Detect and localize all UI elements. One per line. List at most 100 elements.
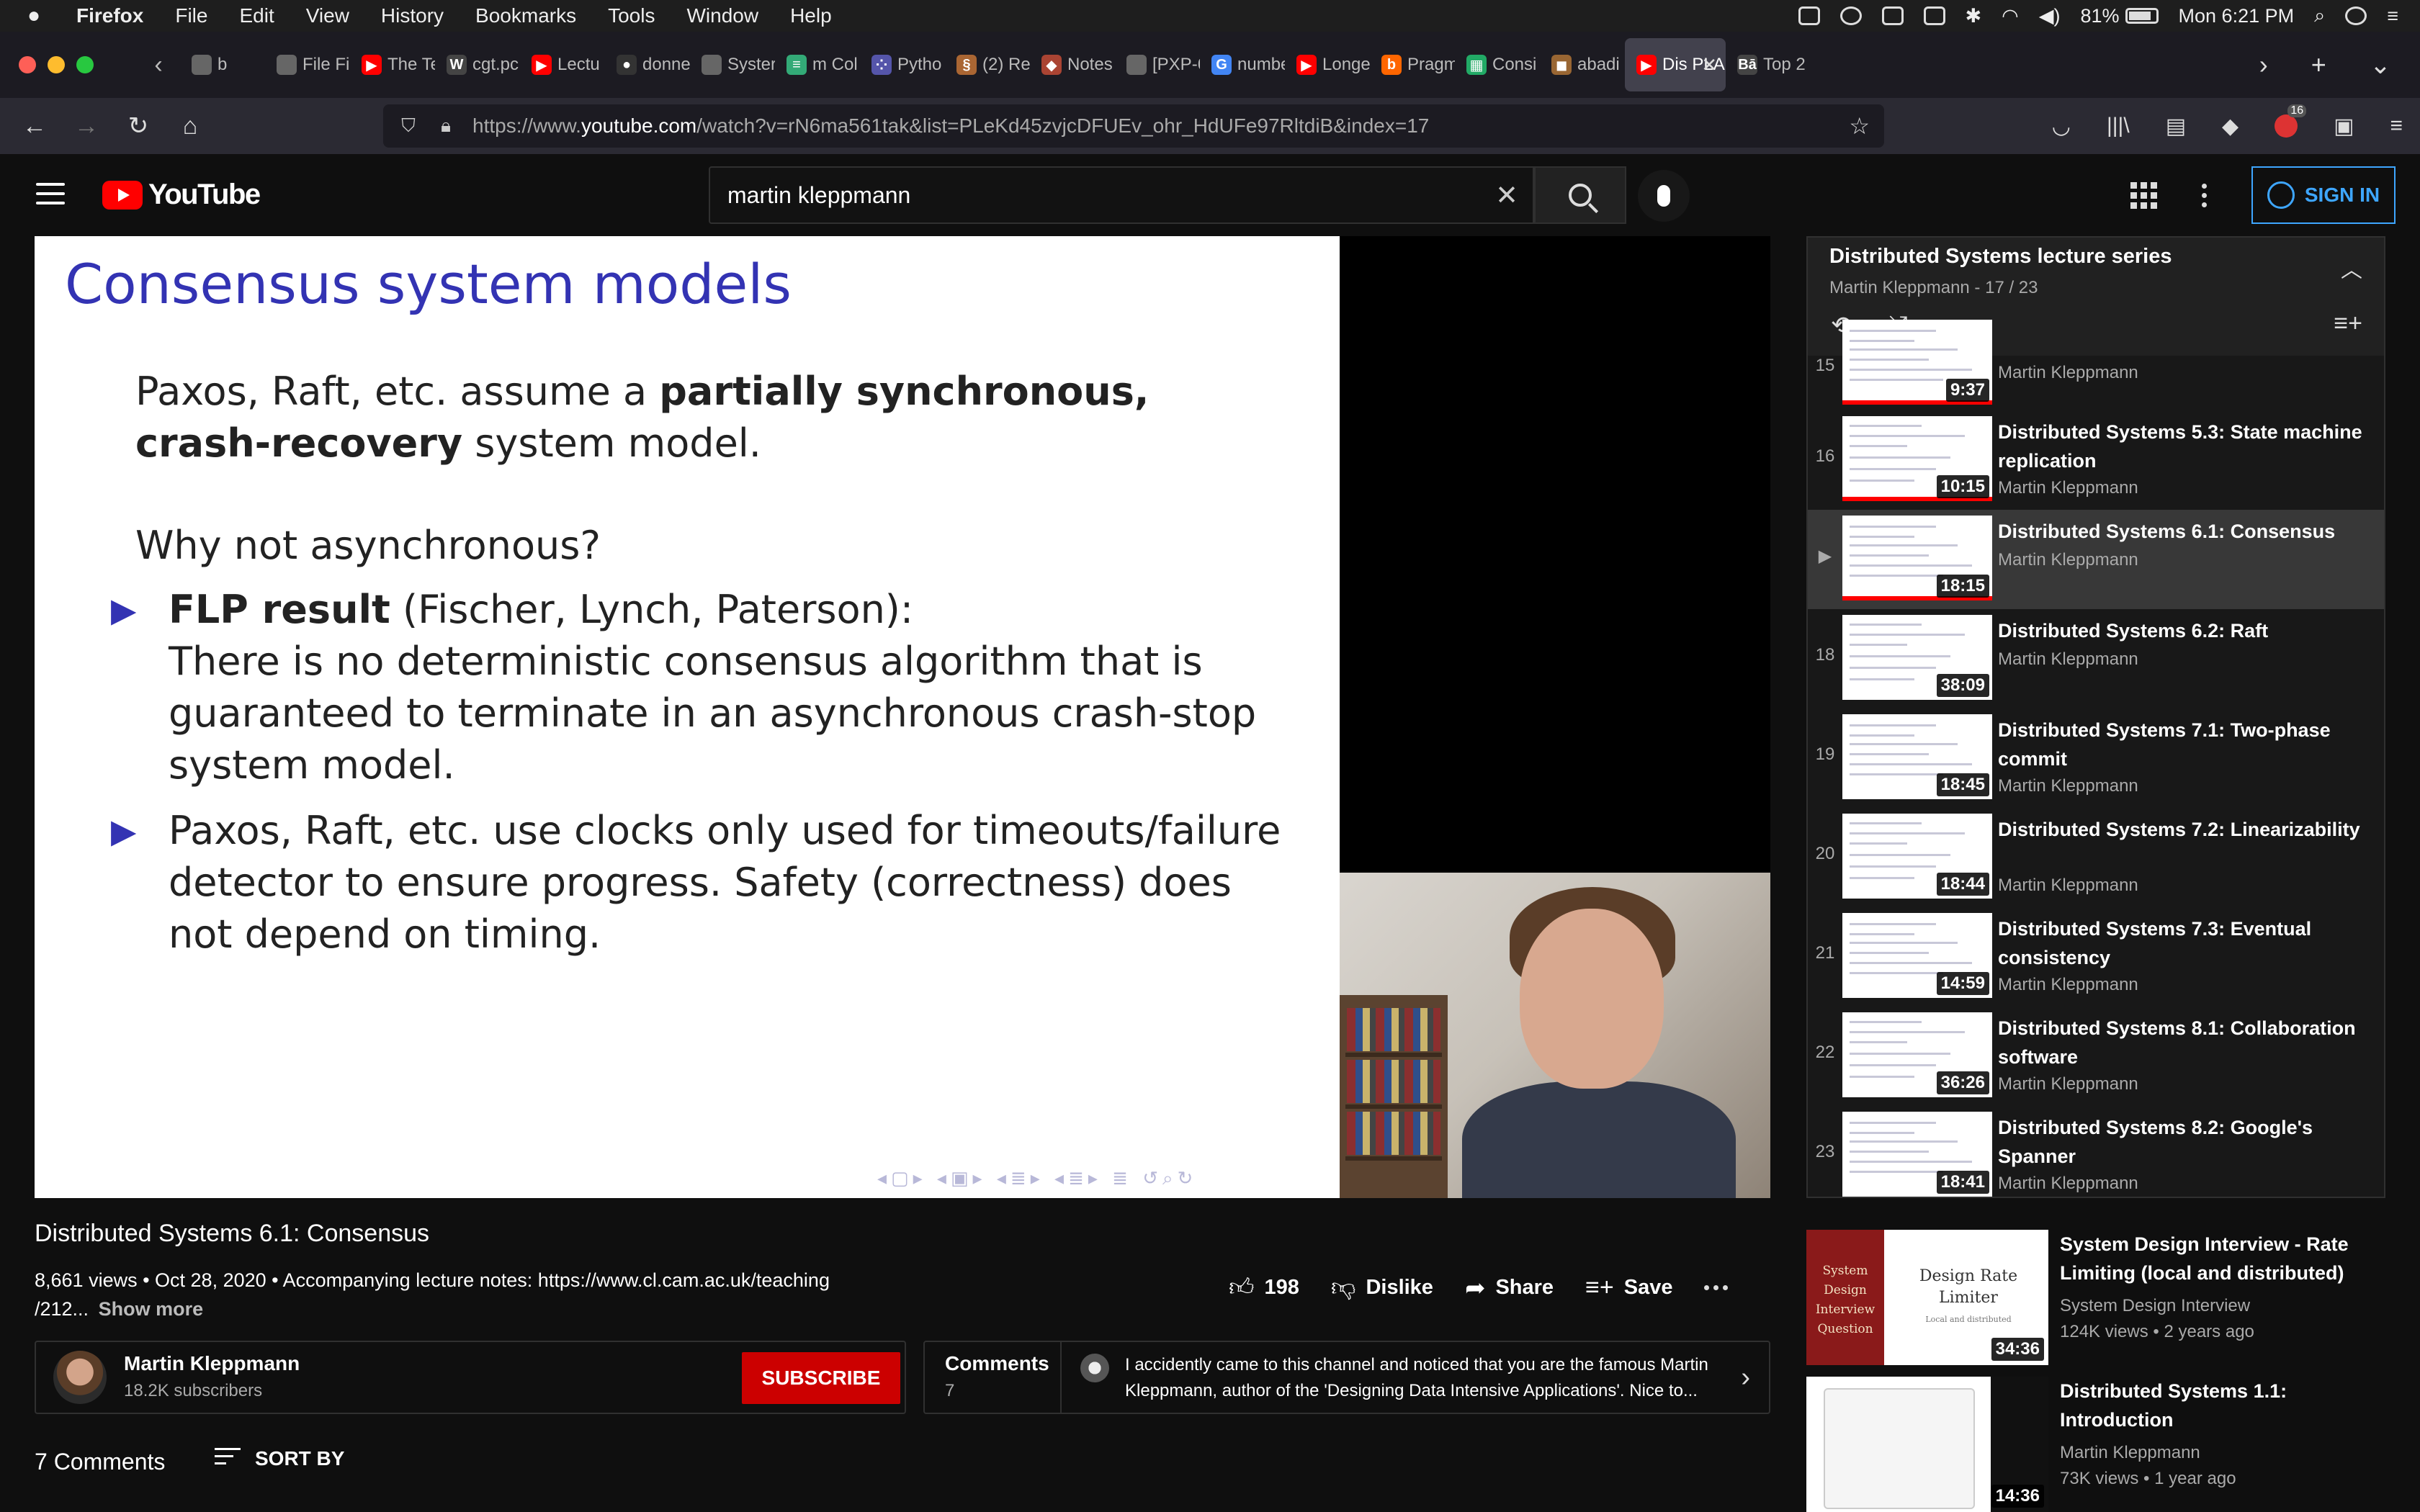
browser-tab[interactable]: ◆ Notes	[1030, 38, 1115, 91]
browser-tab-active[interactable]: ▶ Dis PLA ✕	[1625, 38, 1726, 91]
apps-grid-icon[interactable]	[2130, 181, 2157, 209]
browser-tab[interactable]: ▶ Longe	[1285, 38, 1370, 91]
user-icon[interactable]	[1881, 6, 1904, 25]
extension2-icon[interactable]: ▣	[2334, 114, 2354, 139]
reload-icon[interactable]: ↻	[112, 112, 164, 140]
recommended-video[interactable]: 14:36 Distributed Systems 1.1: Introduct…	[1806, 1377, 2397, 1512]
playlist-item[interactable]: 23 18:41 Distributed Systems 8.2: Google's…	[1808, 1106, 2384, 1197]
recommended-title[interactable]: System Design Interview - Rate Limiting …	[2060, 1230, 2391, 1287]
guide-menu-icon[interactable]	[36, 183, 65, 211]
video-player[interactable]: Consensus system models Paxos, Raft, etc…	[35, 236, 1770, 1198]
sort-comments-button[interactable]: SORT BY	[215, 1447, 344, 1470]
browser-tab[interactable]: ◼ abadi	[1540, 38, 1625, 91]
channel-avatar[interactable]	[53, 1351, 107, 1404]
browser-tab[interactable]: Gnumbe	[1200, 38, 1285, 91]
playlist-item-thumbnail[interactable]: 18:45	[1842, 714, 1992, 799]
shield-icon[interactable]: ⛉	[398, 114, 419, 138]
share-button[interactable]: ➦ Share	[1465, 1274, 1554, 1302]
forward-icon[interactable]: →	[60, 112, 112, 140]
bluetooth-icon[interactable]: ✱	[1966, 5, 1982, 27]
playlist-item-thumbnail[interactable]: 9:37	[1842, 320, 1992, 405]
browser-tab[interactable]: Wcgt.pc	[435, 38, 520, 91]
playlist-title[interactable]: Distributed Systems lecture series	[1829, 245, 2172, 269]
browser-tab[interactable]: ▶ Lectu	[520, 38, 605, 91]
channel-name[interactable]: Martin Kleppmann	[124, 1352, 300, 1375]
tabs-scroll-left-icon[interactable]: ‹	[137, 51, 180, 79]
comments-teaser[interactable]: Comments 7 I accidently came to this cha…	[923, 1341, 1770, 1414]
playlist-item[interactable]: 22 36:26 Distributed Systems 8.1: Collabor…	[1808, 1007, 2384, 1106]
menu-help[interactable]: Help	[790, 4, 832, 27]
menu-file[interactable]: File	[175, 4, 207, 27]
menu-bookmarks[interactable]: Bookmarks	[475, 4, 576, 27]
extension-icon[interactable]: ◆	[2222, 114, 2238, 139]
playlist-item[interactable]: 18 38:09 Distributed Systems 6.2: Raft Mart…	[1808, 609, 2384, 708]
playlist-item[interactable]: 15 9:37 Martin Kleppmann	[1808, 320, 2384, 410]
dislike-button[interactable]: 👎︎ Dislike	[1331, 1273, 1433, 1302]
browser-tab[interactable]: [PXP-623	[1115, 38, 1200, 91]
recommended-video[interactable]: System Design Interview Question Design …	[1806, 1230, 2397, 1365]
new-tab-icon[interactable]: +	[2311, 50, 2326, 80]
tabs-scroll-right-icon[interactable]: ›	[2259, 50, 2268, 80]
playlist-item-thumbnail[interactable]: 38:09	[1842, 615, 1992, 700]
playlist-item-thumbnail[interactable]: 10:15	[1842, 416, 1992, 501]
recommended-channel[interactable]: System Design Interview	[2060, 1296, 2250, 1316]
apple-icon[interactable]: ●	[27, 4, 56, 28]
playlist-item-thumbnail[interactable]: 18:41	[1842, 1112, 1992, 1197]
playlist-item[interactable]: 20 18:44 Distributed Systems 7.2: Lineariz…	[1808, 808, 2384, 907]
zoom-icon[interactable]	[1798, 6, 1820, 25]
save-button[interactable]: ≡+ Save	[1585, 1274, 1672, 1302]
settings-kebab-icon[interactable]	[2202, 183, 2207, 207]
bookmark-star-icon[interactable]: ☆	[1849, 112, 1870, 140]
list-all-tabs-icon[interactable]: ⌄	[2370, 50, 2391, 80]
browser-tab[interactable]: ● donne	[605, 38, 690, 91]
recommended-thumbnail[interactable]: System Design Interview Question Design …	[1806, 1230, 2048, 1365]
search-button[interactable]	[1534, 166, 1626, 224]
playlist-item[interactable]: 19 18:45 Distributed Systems 7.1: Two-phas…	[1808, 708, 2384, 808]
lock-icon[interactable]: 🔒︎	[435, 114, 457, 138]
menu-tools[interactable]: Tools	[608, 4, 655, 27]
browser-tab[interactable]: b	[180, 38, 265, 91]
back-icon[interactable]: ←	[9, 112, 60, 140]
menu-history[interactable]: History	[381, 4, 444, 27]
volume-icon[interactable]: ◀)	[2039, 5, 2061, 27]
playlist-item[interactable]: 16 10:15 Distributed Systems 5.3: State ma…	[1808, 410, 2384, 510]
menu-window[interactable]: Window	[686, 4, 758, 27]
search-input[interactable]: martin kleppmann ✕	[709, 166, 1534, 224]
library-icon[interactable]: |||\	[2107, 114, 2130, 138]
menu-app-name[interactable]: Firefox	[76, 4, 143, 27]
home-icon[interactable]: ⌂	[164, 112, 216, 140]
save-playlist-icon[interactable]: ≡+	[2334, 310, 2362, 338]
browser-tab[interactable]: § (2) Re	[945, 38, 1030, 91]
playlist-item-thumbnail[interactable]: 36:26	[1842, 1012, 1992, 1097]
close-window-button[interactable]	[19, 56, 36, 73]
close-tab-icon[interactable]: ✕	[1701, 54, 1717, 76]
playlist-item[interactable]: 21 14:59 Distributed Systems 7.3: Eventual…	[1808, 907, 2384, 1007]
more-actions-icon[interactable]	[1704, 1285, 1729, 1290]
playlist-item-thumbnail[interactable]: 18:44	[1842, 814, 1992, 899]
like-button[interactable]: 👍︎ 198	[1229, 1273, 1299, 1302]
spotlight-icon[interactable]: ⌕	[2314, 4, 2325, 27]
browser-tab[interactable]: ≡ m Col	[775, 38, 860, 91]
clock[interactable]: Mon 6:21 PM	[2179, 5, 2295, 27]
fullscreen-window-button[interactable]	[76, 56, 94, 73]
browser-tab[interactable]: Bā Top 2	[1726, 38, 1811, 91]
show-more-link[interactable]: Show more	[99, 1298, 204, 1320]
browser-tab[interactable]: Syster	[690, 38, 775, 91]
collapse-playlist-icon[interactable]: ︿	[2341, 252, 2362, 284]
url-text[interactable]: https://www.youtube.com/watch?v=rN6ma561…	[472, 114, 1429, 138]
calendar-icon[interactable]	[1923, 6, 1945, 25]
clear-search-icon[interactable]: ✕	[1495, 179, 1518, 212]
vpn-icon[interactable]	[1839, 6, 1862, 25]
video-description[interactable]: 8,661 views • Oct 28, 2020 • Accompanyin…	[35, 1266, 899, 1323]
playlist-item-thumbnail[interactable]: 18:15	[1842, 516, 1992, 600]
siri-icon[interactable]	[2345, 6, 2367, 25]
battery-status[interactable]: 81%	[2080, 5, 2159, 27]
pocket-icon[interactable]: ◡	[2052, 114, 2071, 139]
playlist-item-thumbnail[interactable]: 14:59	[1842, 913, 1992, 998]
wifi-icon[interactable]: ◠	[2002, 5, 2019, 27]
playlist-item-current[interactable]: ▶ 18:15 Distributed Systems 6.1: Consensus…	[1808, 510, 2384, 609]
menu-view[interactable]: View	[306, 4, 349, 27]
youtube-logo[interactable]: YouTube	[102, 179, 261, 211]
app-menu-icon[interactable]: ≡	[2390, 114, 2403, 138]
adblock-icon[interactable]: 16	[2275, 104, 2307, 138]
